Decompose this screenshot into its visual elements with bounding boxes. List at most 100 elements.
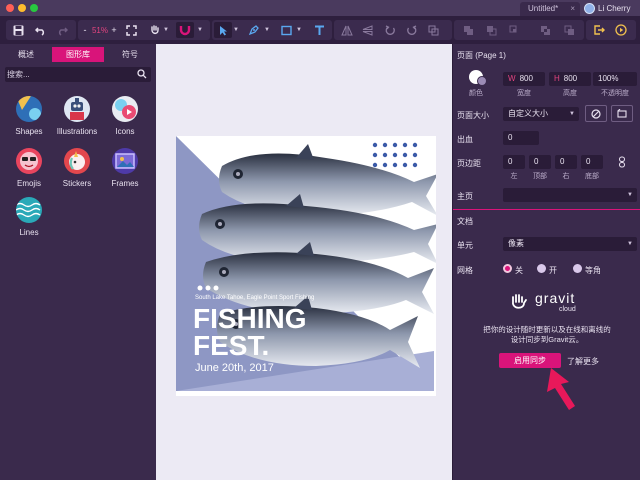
grid-label: 网格 bbox=[457, 266, 473, 275]
group-button[interactable] bbox=[424, 22, 442, 38]
gravit-logo bbox=[509, 292, 529, 312]
shape-dropdown[interactable]: ▼ bbox=[296, 22, 302, 38]
grid-off-radio[interactable] bbox=[503, 264, 512, 273]
grid-isometric-radio[interactable] bbox=[573, 264, 582, 273]
pen-tool-button[interactable] bbox=[245, 22, 263, 38]
page-header: 页面 (Page 1) bbox=[457, 51, 506, 60]
exclude-icon bbox=[564, 25, 574, 35]
sync-description: 把你的设计随时更新以及在线和离线的 设计同步到Gravit云。 bbox=[453, 325, 640, 345]
link-icon bbox=[619, 156, 625, 168]
boolean-difference-button[interactable] bbox=[536, 22, 554, 38]
color-picker-icon[interactable] bbox=[477, 76, 487, 86]
export-button[interactable] bbox=[590, 22, 608, 38]
hand-tool-button[interactable] bbox=[146, 22, 164, 38]
flip-vertical-icon bbox=[362, 24, 373, 36]
poster-title: FISHING FEST. bbox=[193, 305, 307, 360]
page-size-select[interactable]: 自定义大小 ▼ bbox=[503, 107, 579, 121]
save-icon bbox=[13, 25, 23, 35]
document-tab[interactable]: Untitled* × bbox=[520, 2, 580, 16]
rotate-cw-button[interactable] bbox=[402, 22, 420, 38]
fit-page-button[interactable] bbox=[611, 105, 633, 122]
tab-symbols[interactable]: 符号 bbox=[104, 47, 156, 62]
decorative-dot-grid bbox=[372, 142, 418, 168]
height-field[interactable]: H 800 bbox=[549, 72, 591, 86]
grid-on-radio[interactable] bbox=[537, 264, 546, 273]
pointer-dropdown[interactable]: ▼ bbox=[233, 22, 239, 38]
hand-tool-dropdown[interactable]: ▼ bbox=[163, 22, 169, 38]
unit-select[interactable]: 像素 ▼ bbox=[503, 237, 637, 251]
tab-libraries[interactable]: 图形库 bbox=[52, 47, 104, 62]
margin-bottom-field[interactable]: 0 bbox=[581, 155, 603, 169]
redo-icon bbox=[58, 26, 68, 36]
inspector-panel: 页面 (Page 1) 颜色 W 800 宽度 H 800 高度 100% 不透明度… bbox=[452, 44, 640, 480]
close-tab-icon[interactable]: × bbox=[570, 2, 575, 16]
design-canvas[interactable]: South Lake Tahoe, Eagle Point Sport Fish… bbox=[156, 44, 452, 480]
chevron-down-icon: ▼ bbox=[233, 27, 239, 33]
flip-horizontal-icon bbox=[341, 25, 353, 35]
chevron-down-icon: ▼ bbox=[296, 27, 302, 33]
link-margins-button[interactable] bbox=[617, 156, 627, 168]
expand-icon bbox=[125, 24, 137, 36]
chevron-down-icon: ▼ bbox=[627, 192, 633, 198]
boolean-subtract-button[interactable] bbox=[482, 22, 500, 38]
grid-isometric-label: 等角 bbox=[585, 266, 601, 275]
margin-top-field[interactable]: 0 bbox=[529, 155, 551, 169]
library-label: Frames bbox=[111, 179, 139, 188]
present-button[interactable] bbox=[612, 22, 630, 38]
master-page-select[interactable]: ▼ bbox=[503, 188, 637, 202]
margin-left-field[interactable]: 0 bbox=[503, 155, 525, 169]
zoom-out-button[interactable]: - bbox=[81, 22, 89, 38]
zoom-in-button[interactable]: + bbox=[110, 22, 118, 38]
height-label: 高度 bbox=[563, 90, 577, 97]
page-artboard[interactable]: South Lake Tahoe, Eagle Point Sport Fish… bbox=[176, 136, 436, 396]
grid-on-label: 开 bbox=[549, 266, 557, 275]
document-header: 文档 bbox=[457, 217, 473, 226]
left-panel-tabs: 概述 图形库 符号 bbox=[0, 47, 156, 62]
library-frames[interactable]: Frames bbox=[97, 148, 153, 188]
library-lines[interactable]: Lines bbox=[1, 197, 57, 237]
subtract-icon bbox=[486, 25, 496, 35]
chevron-down-icon: ▼ bbox=[197, 27, 203, 33]
width-prefix: W bbox=[508, 74, 516, 83]
window-title-bar: Untitled* × Li Cherry bbox=[0, 0, 640, 16]
orientation-button[interactable] bbox=[585, 105, 607, 122]
boolean-intersect-button[interactable] bbox=[505, 22, 523, 38]
rotate-ccw-button[interactable] bbox=[381, 22, 399, 38]
snap-magnet-button[interactable] bbox=[176, 22, 194, 38]
boolean-exclude-button[interactable] bbox=[560, 22, 578, 38]
flip-vertical-button[interactable] bbox=[359, 22, 377, 38]
pen-icon bbox=[248, 25, 259, 36]
boolean-union-button[interactable] bbox=[459, 22, 477, 38]
library-search-input[interactable] bbox=[7, 67, 132, 82]
width-label: 宽度 bbox=[517, 90, 531, 97]
library-label: Lines bbox=[19, 228, 39, 237]
width-field[interactable]: W 800 bbox=[503, 72, 545, 86]
undo-button[interactable] bbox=[31, 22, 49, 38]
fit-to-screen-button[interactable] bbox=[122, 22, 140, 38]
pointer-tool-button[interactable] bbox=[214, 22, 232, 38]
minimize-window-button[interactable] bbox=[18, 4, 26, 12]
pen-dropdown[interactable]: ▼ bbox=[264, 22, 270, 38]
text-tool-button[interactable] bbox=[310, 22, 328, 38]
library-icons[interactable]: Icons bbox=[97, 96, 153, 136]
text-icon bbox=[314, 25, 324, 35]
width-value: 800 bbox=[519, 74, 533, 83]
opacity-field[interactable]: 100% bbox=[593, 72, 637, 86]
flip-horizontal-button[interactable] bbox=[338, 22, 356, 38]
save-button[interactable] bbox=[9, 22, 27, 38]
margin-right-field[interactable]: 0 bbox=[555, 155, 577, 169]
user-account[interactable]: Li Cherry bbox=[584, 2, 630, 14]
undo-icon bbox=[34, 26, 44, 36]
maximize-window-button[interactable] bbox=[30, 4, 38, 12]
hand-icon bbox=[151, 25, 159, 35]
bleed-field[interactable]: 0 bbox=[503, 131, 539, 145]
gravit-hand-icon bbox=[512, 294, 527, 309]
zoom-level[interactable]: 51% bbox=[90, 22, 110, 38]
snap-dropdown[interactable]: ▼ bbox=[197, 22, 203, 38]
rectangle-tool-button[interactable] bbox=[277, 22, 295, 38]
close-window-button[interactable] bbox=[6, 4, 14, 12]
tab-overview[interactable]: 概述 bbox=[0, 47, 52, 62]
search-icon[interactable] bbox=[137, 69, 147, 79]
redo-button[interactable] bbox=[53, 22, 71, 38]
magnet-icon bbox=[179, 26, 191, 36]
